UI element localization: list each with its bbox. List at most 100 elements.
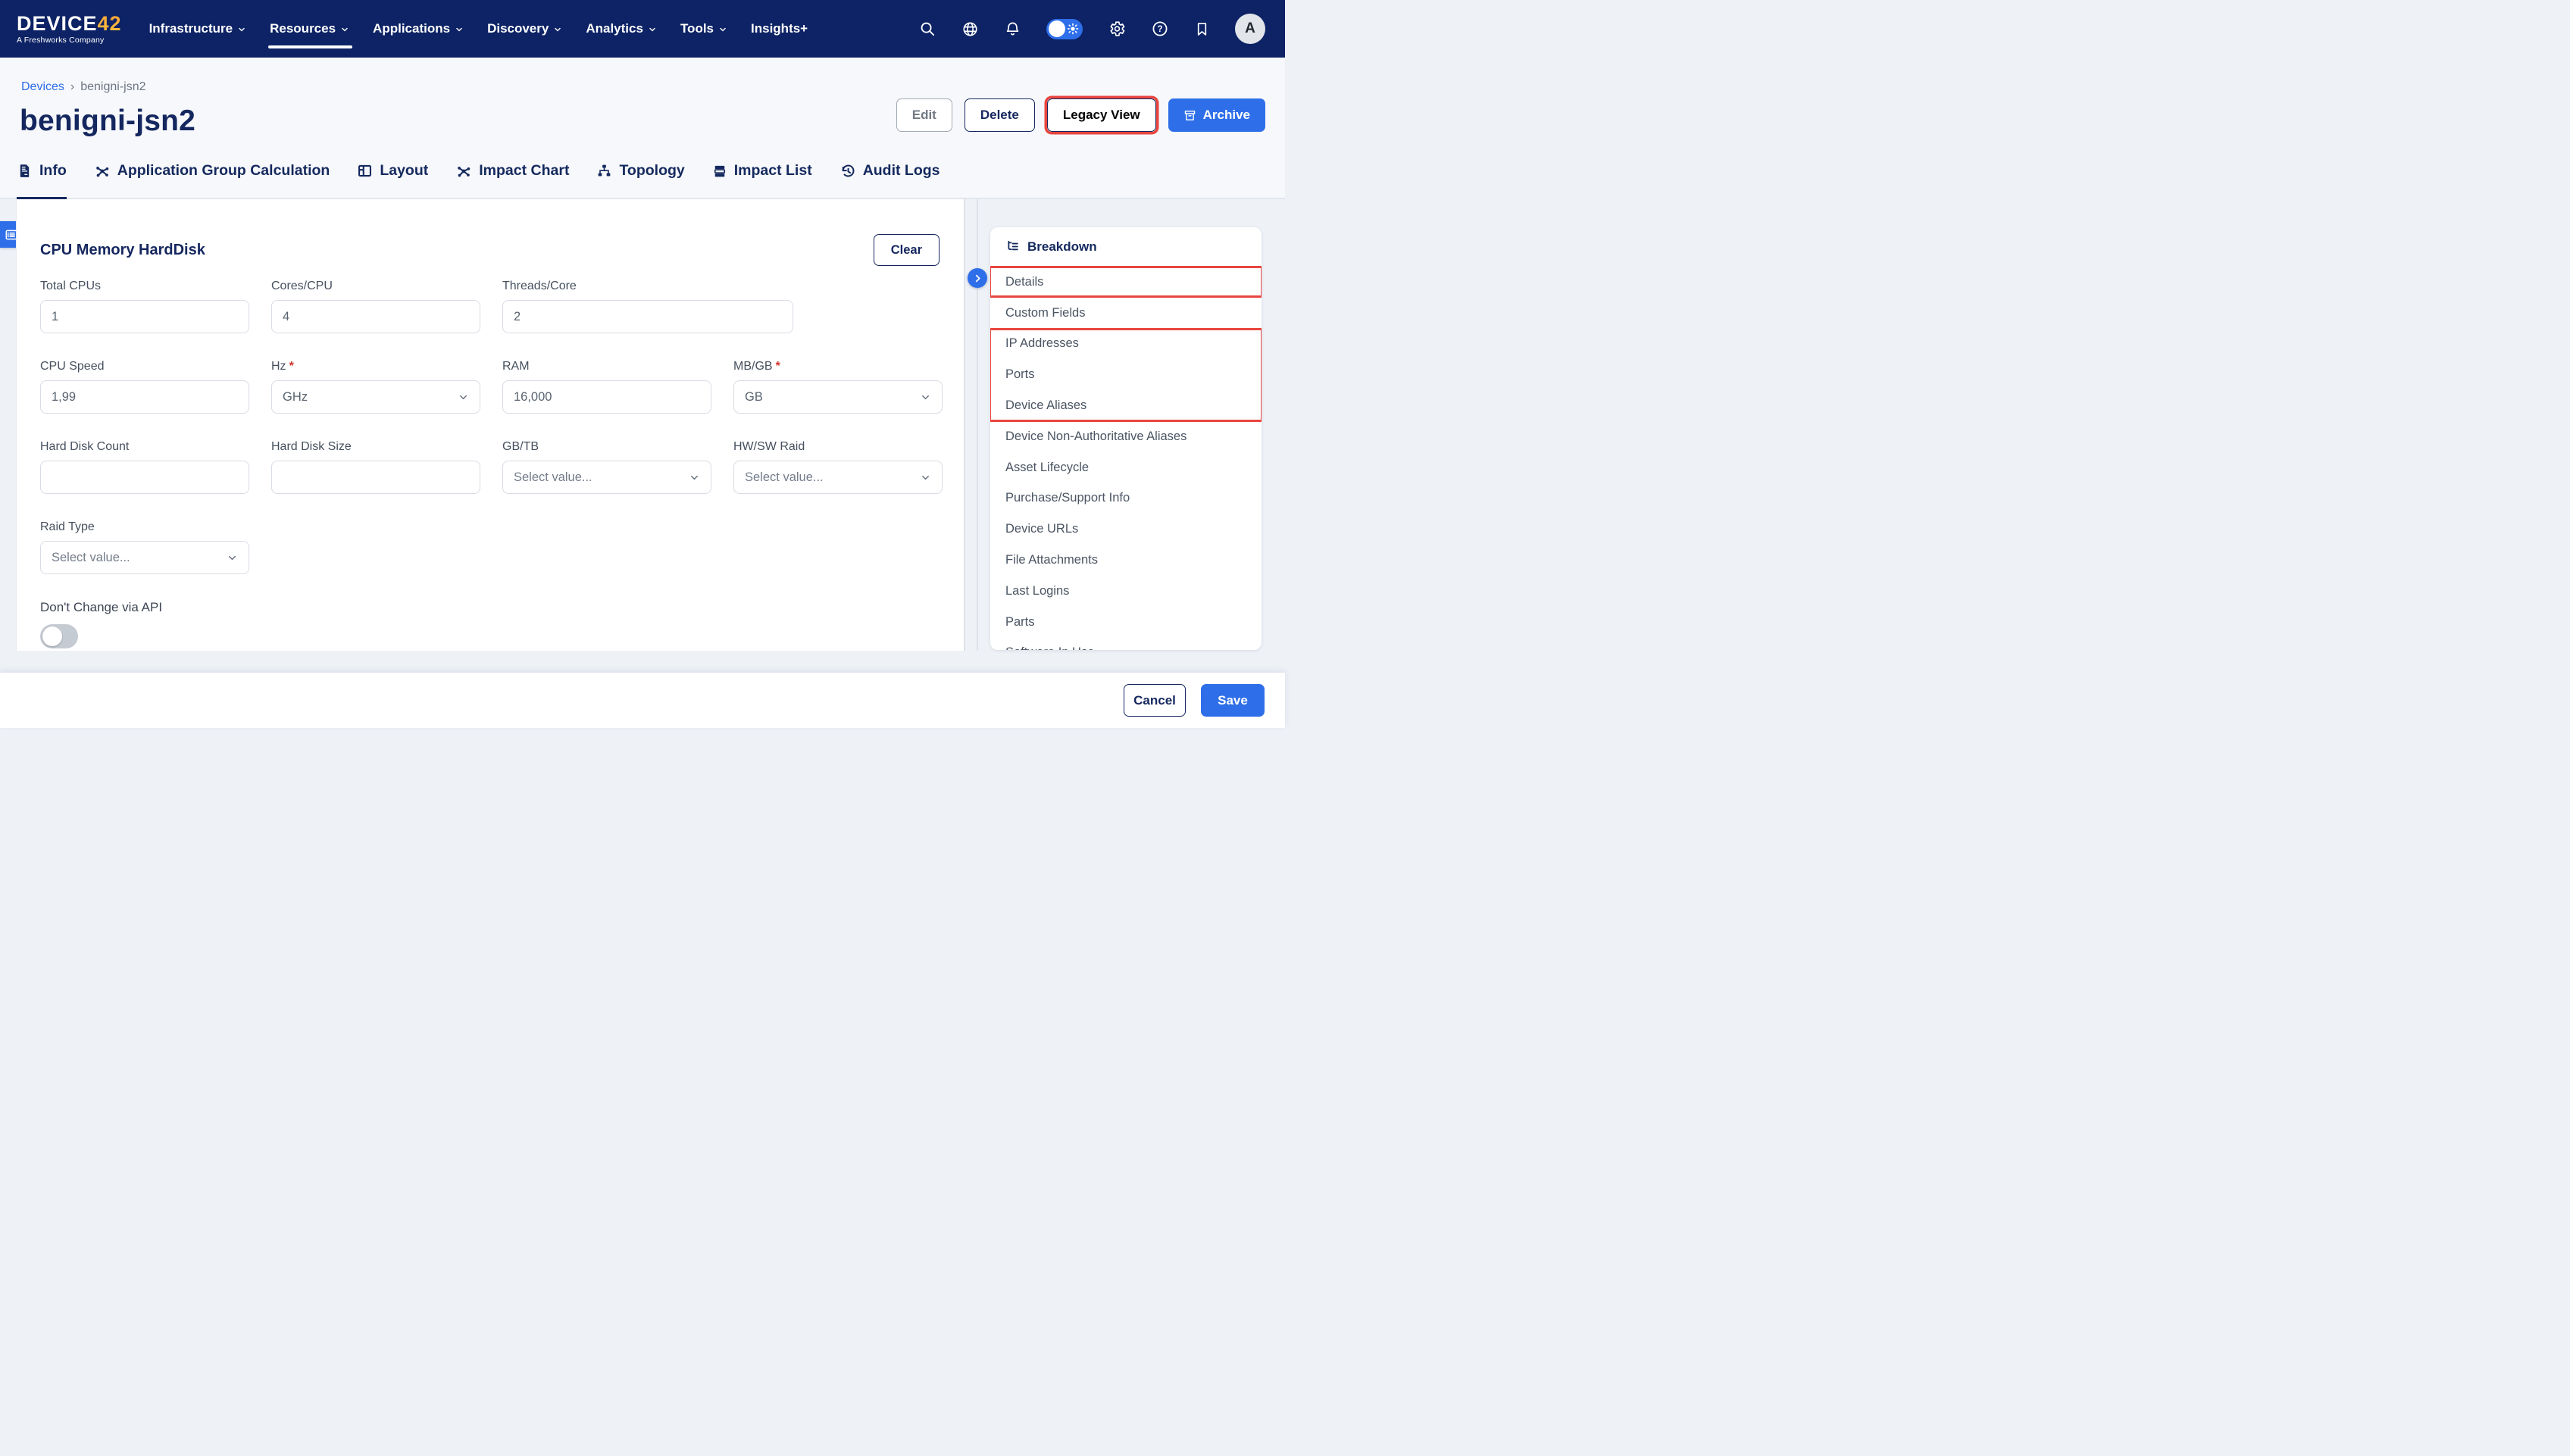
hard-disk-count-input[interactable] bbox=[40, 461, 249, 494]
tab-impact-chart[interactable]: Impact Chart bbox=[455, 143, 569, 198]
delete-button[interactable]: Delete bbox=[965, 98, 1035, 132]
toggle-knob-icon bbox=[1049, 20, 1065, 37]
breakdown-item-parts[interactable]: Parts bbox=[990, 607, 1262, 638]
help-icon[interactable]: ? bbox=[1151, 20, 1169, 38]
expand-panel-button[interactable] bbox=[968, 268, 987, 288]
vertical-divider bbox=[977, 199, 978, 651]
breakdown-item-device-urls[interactable]: Device URLs bbox=[990, 514, 1262, 545]
hard-disk-size-input[interactable] bbox=[271, 461, 480, 494]
search-icon[interactable] bbox=[919, 20, 936, 38]
hw-sw-raid-label: HW/SW Raid bbox=[733, 440, 943, 454]
edit-button[interactable]: Edit bbox=[896, 98, 952, 132]
threads-core-input[interactable] bbox=[502, 300, 793, 333]
breakdown-item-device-non-authoritative-aliases[interactable]: Device Non-Authoritative Aliases bbox=[990, 421, 1262, 452]
breakdown-item-ports[interactable]: Ports bbox=[990, 359, 1262, 390]
main-menu: Infrastructure Resources Applications Di… bbox=[149, 0, 808, 58]
field-threads-core: Threads/Core bbox=[502, 280, 793, 333]
tab-info[interactable]: Info bbox=[17, 143, 67, 198]
document-icon bbox=[17, 163, 33, 179]
section-title: CPU Memory HardDisk bbox=[40, 242, 205, 259]
breadcrumb-devices-link[interactable]: Devices bbox=[21, 80, 64, 94]
raid-type-select[interactable]: Select value... bbox=[40, 541, 249, 574]
nav-item-tools[interactable]: Tools bbox=[680, 0, 727, 58]
breakdown-item-software-in-use[interactable]: Software In Use bbox=[990, 638, 1262, 650]
raid-type-label: Raid Type bbox=[40, 520, 249, 534]
field-hard-disk-size: Hard Disk Size bbox=[271, 440, 480, 494]
save-button[interactable]: Save bbox=[1201, 684, 1265, 717]
field-ram: RAM bbox=[502, 360, 711, 414]
layout-icon bbox=[357, 163, 373, 179]
tree-list-icon bbox=[1005, 239, 1020, 254]
theme-toggle[interactable] bbox=[1046, 19, 1083, 39]
ram-input[interactable] bbox=[502, 380, 711, 414]
hw-sw-raid-select[interactable]: Select value... bbox=[733, 461, 943, 494]
form-footer: Cancel Save bbox=[0, 673, 1285, 728]
nav-item-insights[interactable]: Insights+ bbox=[751, 0, 808, 58]
field-raid-type: Raid Type Select value... bbox=[40, 520, 249, 574]
breadcrumb-separator: › bbox=[70, 80, 74, 94]
archive-button[interactable]: Archive bbox=[1168, 98, 1265, 132]
legacy-view-button[interactable]: Legacy View bbox=[1047, 98, 1156, 132]
gb-tb-select[interactable]: Select value... bbox=[502, 461, 711, 494]
mb-gb-select[interactable]: GB bbox=[733, 380, 943, 414]
history-icon bbox=[839, 163, 856, 180]
field-cores-cpu: Cores/CPU bbox=[271, 280, 480, 333]
page-header: Devices › benigni-jsn2 benigni-jsn2 Edit… bbox=[0, 58, 1285, 144]
field-total-cpus: Total CPUs bbox=[40, 280, 249, 333]
chevron-down-icon bbox=[920, 472, 931, 483]
share-nodes-icon bbox=[94, 163, 111, 180]
breakdown-item-last-logins[interactable]: Last Logins bbox=[990, 576, 1262, 607]
settings-gear-icon[interactable] bbox=[1108, 20, 1126, 38]
cpu-memory-harddisk-form: CPU Memory HardDisk Clear Total CPUs Cor… bbox=[16, 199, 965, 651]
globe-icon[interactable] bbox=[961, 20, 979, 38]
hard-disk-size-label: Hard Disk Size bbox=[271, 440, 480, 454]
tab-audit-logs[interactable]: Audit Logs bbox=[839, 143, 940, 198]
breakdown-item-device-aliases[interactable]: Device Aliases bbox=[990, 390, 1262, 421]
field-gb-tb: GB/TB Select value... bbox=[502, 440, 711, 494]
brand-logo[interactable]: DEVICE42 A Freshworks Company bbox=[17, 14, 122, 45]
dont-change-via-api-label: Don't Change via API bbox=[40, 600, 965, 615]
cpu-speed-input[interactable] bbox=[40, 380, 249, 414]
tab-layout[interactable]: Layout bbox=[357, 143, 428, 198]
chevron-down-icon bbox=[340, 25, 349, 34]
breakdown-title: Breakdown bbox=[1027, 239, 1097, 255]
sitemap-icon bbox=[596, 163, 612, 179]
cores-cpu-input[interactable] bbox=[271, 300, 480, 333]
field-cpu-speed: CPU Speed bbox=[40, 360, 249, 414]
chevron-down-icon bbox=[689, 472, 700, 483]
user-avatar[interactable]: A bbox=[1235, 14, 1265, 44]
chevron-right-icon bbox=[973, 273, 983, 283]
breakdown-item-file-attachments[interactable]: File Attachments bbox=[990, 545, 1262, 576]
ram-label: RAM bbox=[502, 360, 711, 373]
nav-item-analytics[interactable]: Analytics bbox=[586, 0, 657, 58]
nav-item-applications[interactable]: Applications bbox=[373, 0, 464, 58]
chevron-down-icon bbox=[455, 25, 464, 34]
bookmark-icon[interactable] bbox=[1194, 21, 1210, 37]
total-cpus-input[interactable] bbox=[40, 300, 249, 333]
breakdown-item-custom-fields[interactable]: Custom Fields bbox=[990, 298, 1262, 329]
notifications-icon[interactable] bbox=[1004, 20, 1021, 38]
breakdown-item-ip-addresses[interactable]: IP Addresses bbox=[990, 329, 1262, 360]
field-dont-change-via-api: Don't Change via API bbox=[40, 600, 965, 648]
breadcrumb-current: benigni-jsn2 bbox=[80, 80, 145, 94]
cancel-button[interactable]: Cancel bbox=[1124, 684, 1186, 717]
hz-select[interactable]: GHz bbox=[271, 380, 480, 414]
tab-impact-list[interactable]: Impact List bbox=[712, 143, 812, 198]
breakdown-panel: Breakdown Details Custom Fields IP Addre… bbox=[990, 227, 1262, 650]
field-hz: Hz* GHz bbox=[271, 360, 480, 414]
share-nodes-icon bbox=[455, 163, 472, 180]
toggle-knob-icon bbox=[42, 626, 62, 646]
clear-button[interactable]: Clear bbox=[874, 234, 940, 266]
nav-item-discovery[interactable]: Discovery bbox=[487, 0, 562, 58]
nav-item-infrastructure[interactable]: Infrastructure bbox=[149, 0, 247, 58]
tab-application-group-calculation[interactable]: Application Group Calculation bbox=[94, 143, 330, 198]
breakdown-item-details[interactable]: Details bbox=[990, 267, 1262, 298]
dont-change-via-api-toggle[interactable] bbox=[40, 624, 78, 648]
breakdown-item-asset-lifecycle[interactable]: Asset Lifecycle bbox=[990, 452, 1262, 483]
tab-topology[interactable]: Topology bbox=[596, 143, 684, 198]
chevron-down-icon bbox=[718, 25, 727, 34]
chevron-down-icon bbox=[553, 25, 562, 34]
brand-accent: 42 bbox=[98, 12, 122, 35]
breakdown-item-purchase-support-info[interactable]: Purchase/Support Info bbox=[990, 483, 1262, 514]
nav-item-resources[interactable]: Resources bbox=[270, 0, 349, 58]
